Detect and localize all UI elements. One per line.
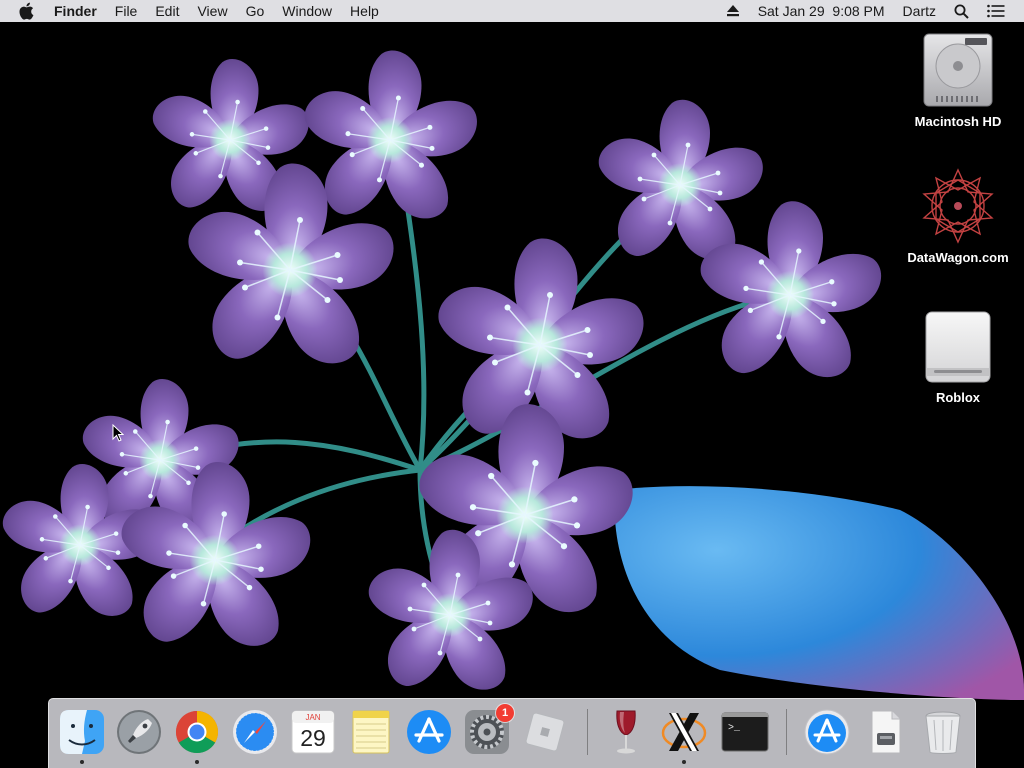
running-indicator [682,760,686,764]
desktop-icon-label: Roblox [935,390,981,405]
user-menu[interactable]: Dartz [894,0,945,22]
clock[interactable]: Sat Jan 29 9:08 PM [749,0,894,22]
search-icon[interactable] [945,0,978,22]
launchpad-icon [117,710,161,754]
menu-edit[interactable]: Edit [146,0,188,22]
menu-finder[interactable]: Finder [54,0,106,22]
app-store-icon [407,710,451,754]
mouse-pointer-icon [112,424,124,442]
desktop-wallpaper [0,0,1024,768]
dock: JAN 29 1 >_ [48,698,976,768]
dock-separator [587,709,588,755]
datawagon-icon [918,166,998,246]
xquartz-icon [661,713,707,751]
desktop-icon-label: DataWagon.com [907,250,1009,265]
menu-view[interactable]: View [188,0,236,22]
notification-center-icon[interactable] [978,0,1014,22]
running-indicator [80,760,84,764]
hard-drive-icon [918,30,998,110]
downloads-stack-icon [804,709,850,755]
calendar-icon: JAN 29 [291,710,335,754]
eject-icon[interactable] [717,0,749,22]
terminal-icon: >_ [721,712,769,752]
menu-window[interactable]: Window [273,0,341,22]
notification-badge: 1 [496,704,514,722]
dock-item-system-preferences[interactable]: 1 [462,704,514,757]
desktop-icon-macintosh-hd[interactable]: Macintosh HD [903,30,1013,129]
menu-help[interactable]: Help [341,0,388,22]
document-stack-icon [871,710,901,754]
chrome-icon [175,711,219,754]
desktop-icon-datawagon[interactable]: DataWagon.com [903,166,1013,265]
dock-item-document[interactable] [860,707,910,757]
dock-item-trash[interactable] [918,707,968,757]
dock-item-terminal[interactable]: >_ [720,707,770,757]
desktop-icon-label: Macintosh HD [914,114,1002,129]
dock-item-finder[interactable] [57,707,107,764]
dock-item-safari[interactable] [230,707,280,757]
terminal-prompt: >_ [728,723,741,734]
desktop-icon-roblox[interactable]: Roblox [903,306,1013,405]
wine-icon [616,710,636,754]
dock-item-xquartz[interactable] [659,707,709,764]
menu-go[interactable]: Go [237,0,274,22]
apple-logo-icon[interactable] [18,0,36,22]
calendar-month: JAN [305,713,320,722]
dock-item-roblox[interactable] [520,707,570,757]
dock-item-downloads[interactable] [802,707,852,757]
dock-item-app-store[interactable] [404,707,454,757]
roblox-icon [525,712,565,752]
calendar-day: 29 [300,725,326,751]
finder-icon [60,710,104,754]
external-drive-icon [918,306,998,386]
dock-separator [786,709,787,755]
safari-icon [233,710,277,754]
menu-bar: Finder File Edit View Go Window Help Sat… [0,0,1024,22]
running-indicator [195,760,199,764]
dock-item-calendar[interactable]: JAN 29 [288,707,338,757]
dock-item-wine[interactable] [601,707,651,757]
notes-icon [352,710,390,754]
dock-item-notes[interactable] [346,707,396,757]
trash-icon [925,711,961,754]
dock-item-launchpad[interactable] [114,707,164,757]
dock-item-chrome[interactable] [172,707,222,764]
menu-file[interactable]: File [106,0,147,22]
